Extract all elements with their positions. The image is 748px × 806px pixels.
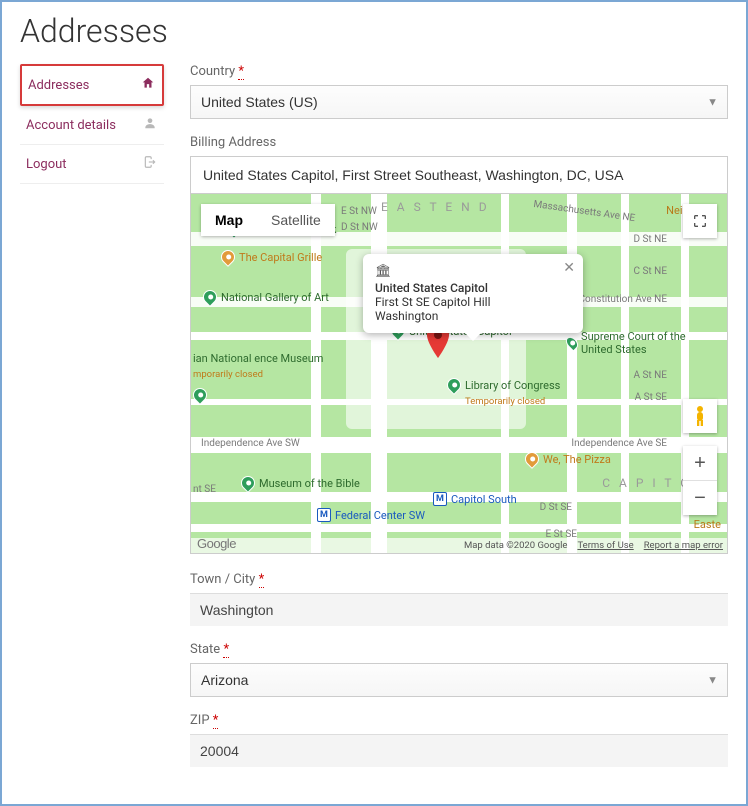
home-icon: [140, 76, 156, 94]
map-poi[interactable]: Supreme Court of the United States: [567, 330, 697, 356]
map-poi[interactable]: Library of Congress Temporarily closed: [447, 378, 560, 407]
road-label: Massachusetts Ave NE: [532, 199, 635, 224]
google-logo: Google: [197, 536, 236, 551]
map-type-map-button[interactable]: Map: [201, 204, 257, 236]
map-area-label: E A S T E N D: [381, 200, 490, 214]
sidebar-item-label: Addresses: [28, 78, 89, 93]
sidebar-item-account-details[interactable]: Account details: [20, 106, 164, 145]
road-label: C St NE: [634, 266, 668, 277]
road-label: A St SE: [635, 392, 667, 403]
road-label: A St NE: [633, 370, 667, 381]
map-type-control: Map Satellite: [201, 204, 335, 236]
road-label: E St NW: [341, 206, 377, 217]
map[interactable]: E A S T E N D C A P I T O L Massachusett…: [190, 194, 728, 554]
map-metro-poi[interactable]: MFederal Center SW: [317, 508, 425, 522]
town-label: Town / City *: [190, 572, 728, 587]
sidebar-item-label: Logout: [26, 157, 67, 172]
road-label: nt SE: [193, 484, 216, 495]
info-line: First St SE Capitol Hill Washington: [375, 295, 491, 323]
road-label: D St NE: [633, 234, 667, 245]
map-type-satellite-button[interactable]: Satellite: [257, 204, 335, 236]
map-report-link[interactable]: Report a map error: [644, 540, 723, 551]
country-select[interactable]: United States (US): [190, 85, 728, 119]
main-form: Country * United States (US) ▼ Billing A…: [190, 64, 728, 783]
road-label: Constitution Ave NE: [579, 294, 667, 305]
close-icon[interactable]: ✕: [563, 260, 575, 276]
state-select[interactable]: Arizona: [190, 663, 728, 697]
pegman-icon[interactable]: [683, 399, 717, 433]
sidebar-item-label: Account details: [26, 118, 116, 133]
billing-address-input[interactable]: [190, 156, 728, 194]
sidebar: Addresses Account details Logout: [20, 64, 164, 783]
fullscreen-button[interactable]: [683, 204, 717, 238]
map-copyright: Map data ©2020 Google: [464, 540, 567, 551]
map-terms-link[interactable]: Terms of Use: [577, 540, 633, 551]
page-title: Addresses: [20, 12, 728, 50]
map-poi[interactable]: National Gallery of Art: [203, 290, 329, 304]
map-poi[interactable]: Museum of the Bible: [241, 476, 360, 490]
sidebar-item-logout[interactable]: Logout: [20, 145, 164, 184]
map-poi[interactable]: Easte: [694, 518, 721, 531]
landmark-icon: 🏛: [375, 264, 392, 279]
logout-icon: [142, 155, 158, 173]
road-label: Independence Ave SE: [571, 438, 667, 449]
map-poi[interactable]: The Capital Grille: [221, 250, 322, 264]
map-zoom-control: + −: [683, 446, 717, 515]
town-input[interactable]: [190, 593, 728, 626]
map-info-window: ✕ 🏛 United States Capitol First St SE Ca…: [363, 254, 583, 333]
country-label: Country *: [190, 64, 728, 79]
road-label: D St SE: [540, 502, 572, 513]
road-label: Independence Ave SW: [201, 438, 300, 449]
state-label: State *: [190, 642, 728, 657]
billing-label: Billing Address: [190, 135, 728, 150]
zip-label: ZIP *: [190, 713, 728, 728]
map-metro-poi[interactable]: MCapitol South: [433, 492, 517, 506]
zoom-out-button[interactable]: −: [683, 481, 717, 515]
road-label: D St NW: [341, 222, 378, 233]
map-poi[interactable]: We, The Pizza: [525, 452, 611, 466]
info-title: United States Capitol: [375, 281, 488, 295]
sidebar-item-addresses[interactable]: Addresses: [20, 64, 164, 106]
map-footer: Google Map data ©2020 Google Terms of Us…: [191, 538, 727, 553]
map-poi[interactable]: ian National ence Museum mporarily close…: [193, 352, 323, 402]
user-icon: [142, 116, 158, 134]
zip-input[interactable]: [190, 734, 728, 767]
zoom-in-button[interactable]: +: [683, 446, 717, 480]
